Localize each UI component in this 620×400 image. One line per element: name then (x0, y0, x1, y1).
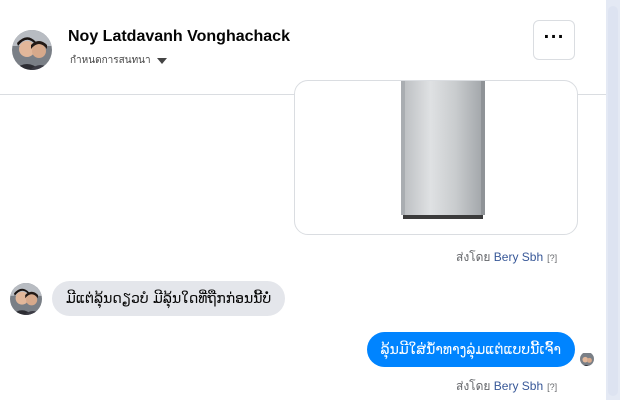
profile-avatar[interactable] (12, 30, 52, 70)
conversation-settings-dropdown[interactable]: กำหนดการสนทนา (70, 53, 167, 68)
sent-by-help-link[interactable]: [?] (547, 382, 557, 392)
more-options-button[interactable]: ··· (533, 20, 575, 60)
sent-by-prefix: ส่งโดย (456, 250, 494, 264)
chat-window: Noy Latdavanh Vonghachack กำหนดการสนทนา … (0, 0, 606, 400)
read-receipt-avatar (580, 352, 594, 366)
refrigerator-image (401, 81, 485, 219)
sender-avatar[interactable] (10, 283, 42, 315)
outgoing-message-bubble[interactable]: ລຸ້ນມີໃສ່ນໍ້າທາງລຸ່ມແຕ່ແບບນີ້ເຈົ້າ (366, 332, 575, 367)
conversation-settings-label: กำหนดการสนทนา (70, 55, 151, 66)
sent-by-label: ส่งโดย Bery Sbh [?] (456, 248, 557, 267)
caret-down-icon (156, 58, 167, 64)
sender-name-link[interactable]: Bery Sbh (494, 250, 543, 264)
scrollbar-thumb[interactable] (608, 6, 618, 396)
contact-name[interactable]: Noy Latdavanh Vonghachack (68, 28, 290, 46)
sent-by-help-link[interactable]: [?] (547, 253, 557, 263)
sender-name-link[interactable]: Bery Sbh (494, 379, 543, 393)
sent-by-prefix: ส่งโดย (456, 379, 494, 393)
sent-by-label: ส่งโดย Bery Sbh [?] (456, 377, 557, 396)
incoming-message-bubble[interactable]: ມີແຕ່ລຸ້ນດຽວບໍ ມີລຸ້ນໃດທີ່ຖືກກ່ອນນີ້ບໍ່ (52, 281, 286, 316)
scrollbar[interactable] (606, 0, 620, 400)
product-image-card[interactable] (294, 80, 578, 235)
more-dots-icon: ··· (543, 27, 565, 46)
